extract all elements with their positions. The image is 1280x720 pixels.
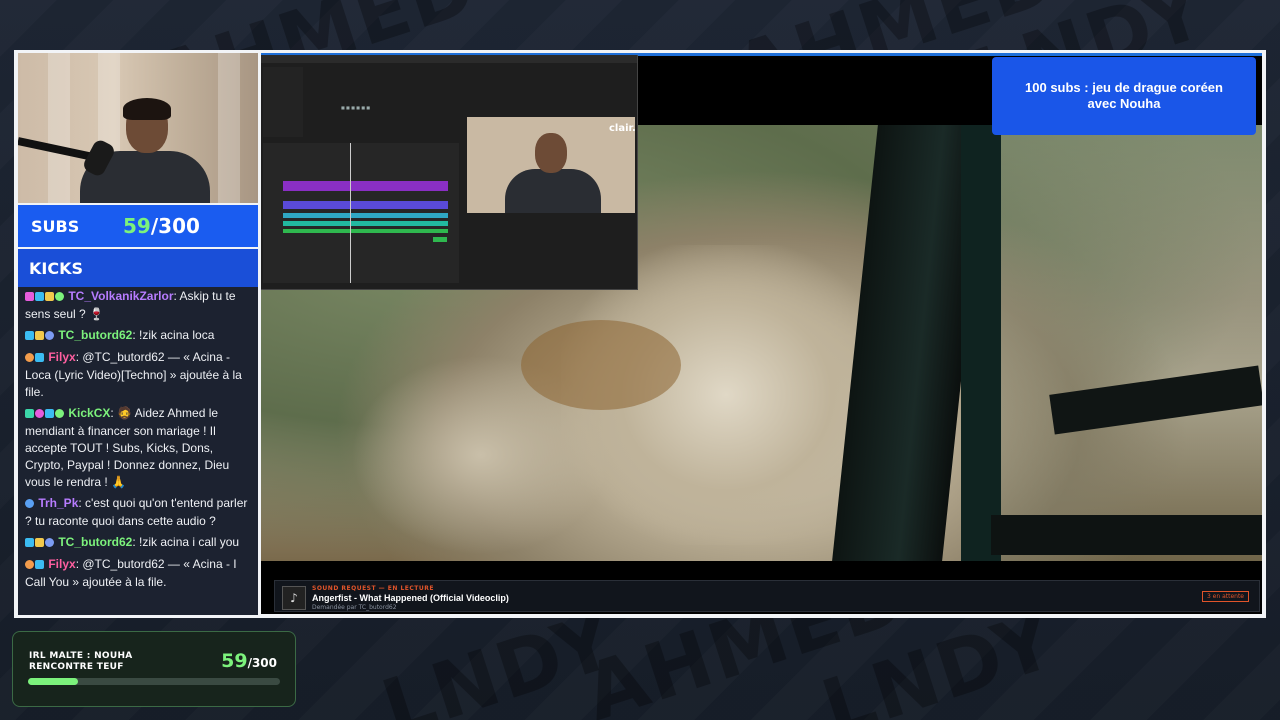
screen-capture: ■ ■ ■ ■ ■ ■ clair. 100 subs : jeu de dra… — [261, 53, 1262, 614]
song-request-bar: ♪ SOUND REQUEST — EN LECTURE Angerfist -… — [274, 580, 1260, 612]
chat-username[interactable]: Filyx — [48, 350, 75, 364]
editor-playhead[interactable] — [350, 143, 351, 283]
chat-message: Filyx: @TC_butord62 — « Acina - Loca (Ly… — [25, 349, 252, 401]
editor-timeline[interactable] — [263, 143, 459, 283]
goal-banner: 100 subs : jeu de drague coréen avec Nou… — [992, 57, 1256, 135]
chat-text: : !zik acina i call you — [132, 535, 240, 549]
song-request-status: SOUND REQUEST — EN LECTURE — [312, 585, 434, 592]
webcam-feed — [18, 53, 258, 203]
chat-username[interactable]: Filyx — [48, 557, 75, 571]
user-badges — [25, 535, 55, 552]
song-title: Angerfist - What Happened (Official Vide… — [312, 593, 509, 603]
chat-username[interactable]: KickCX — [68, 406, 110, 420]
chat-message: TC_VolkanikZarlor: Askip tu te sens seul… — [25, 288, 252, 323]
subs-label: SUBS — [31, 216, 80, 236]
subs-count: 59/300 — [123, 214, 200, 238]
chat-panel: TC_VolkanikZarlor: Askip tu te sens seul… — [18, 287, 258, 615]
user-badges — [25, 557, 45, 574]
chat-username[interactable]: TC_butord62 — [58, 535, 132, 549]
bottom-goal-progress — [28, 678, 280, 685]
music-note-icon: ♪ — [290, 591, 298, 605]
clair-logo: clair. — [609, 123, 635, 134]
kicks-label: KICKS — [29, 258, 84, 278]
song-thumbnail: ♪ — [282, 586, 306, 610]
chat-username[interactable]: TC_butord62 — [58, 328, 132, 342]
chat-message: Trh_Pk: c'est quoi qu'on t'entend parler… — [25, 495, 252, 530]
user-badges — [25, 350, 45, 367]
song-requested-by: Demandée par TC_butord62 — [312, 604, 397, 611]
subs-counter: SUBS 59/300 — [18, 205, 258, 247]
chat-username[interactable]: TC_VolkanikZarlor — [68, 289, 173, 303]
chat-message: TC_butord62: !zik acina loca — [25, 327, 252, 345]
user-badges — [25, 289, 65, 306]
user-badges — [25, 496, 35, 513]
editor-program-monitor: clair. — [467, 117, 635, 213]
chat-message: TC_butord62: !zik acina i call you — [25, 534, 252, 552]
goal-banner-text: 100 subs : jeu de drague coréen avec Nou… — [1025, 80, 1223, 111]
user-badges — [25, 406, 65, 423]
chat-username[interactable]: Trh_Pk — [38, 496, 78, 510]
chat-text: : !zik acina loca — [132, 328, 215, 342]
video-editor-window: ■ ■ ■ ■ ■ ■ clair. — [261, 55, 638, 290]
bottom-goal-count: 59/300 — [221, 650, 277, 672]
bottom-goal-title: IRL MALTE : NOUHA RENCONTRE TEUF — [29, 651, 133, 672]
chat-message: Filyx: @TC_butord62 — « Acina - I Call Y… — [25, 556, 252, 591]
song-queue-badge: 3 en attente — [1201, 591, 1249, 602]
kicks-counter: KICKS — [18, 249, 258, 287]
bottom-goal-widget: IRL MALTE : NOUHA RENCONTRE TEUF 59/300 — [12, 631, 296, 707]
chat-message: KickCX: 🧔 Aidez Ahmed le mendiant à fina… — [25, 405, 252, 491]
bottom-goal-progress-fill — [28, 678, 78, 685]
user-badges — [25, 328, 55, 345]
